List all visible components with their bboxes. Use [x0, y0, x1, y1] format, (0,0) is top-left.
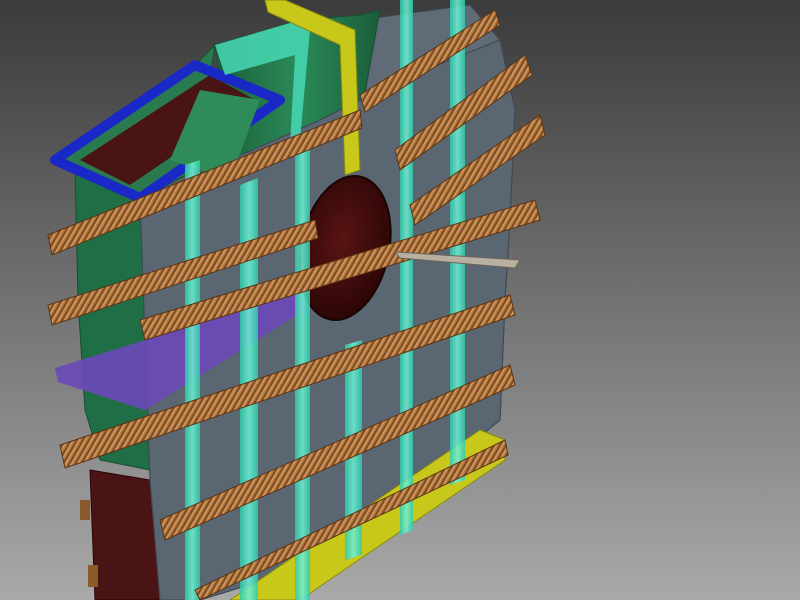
outlet-lower	[89, 469, 161, 600]
left-stub-2	[88, 565, 98, 587]
fan-housing-model	[0, 0, 800, 600]
stiffener-1	[185, 160, 200, 600]
3d-viewport[interactable]	[0, 0, 800, 600]
left-stub-1	[80, 500, 90, 520]
